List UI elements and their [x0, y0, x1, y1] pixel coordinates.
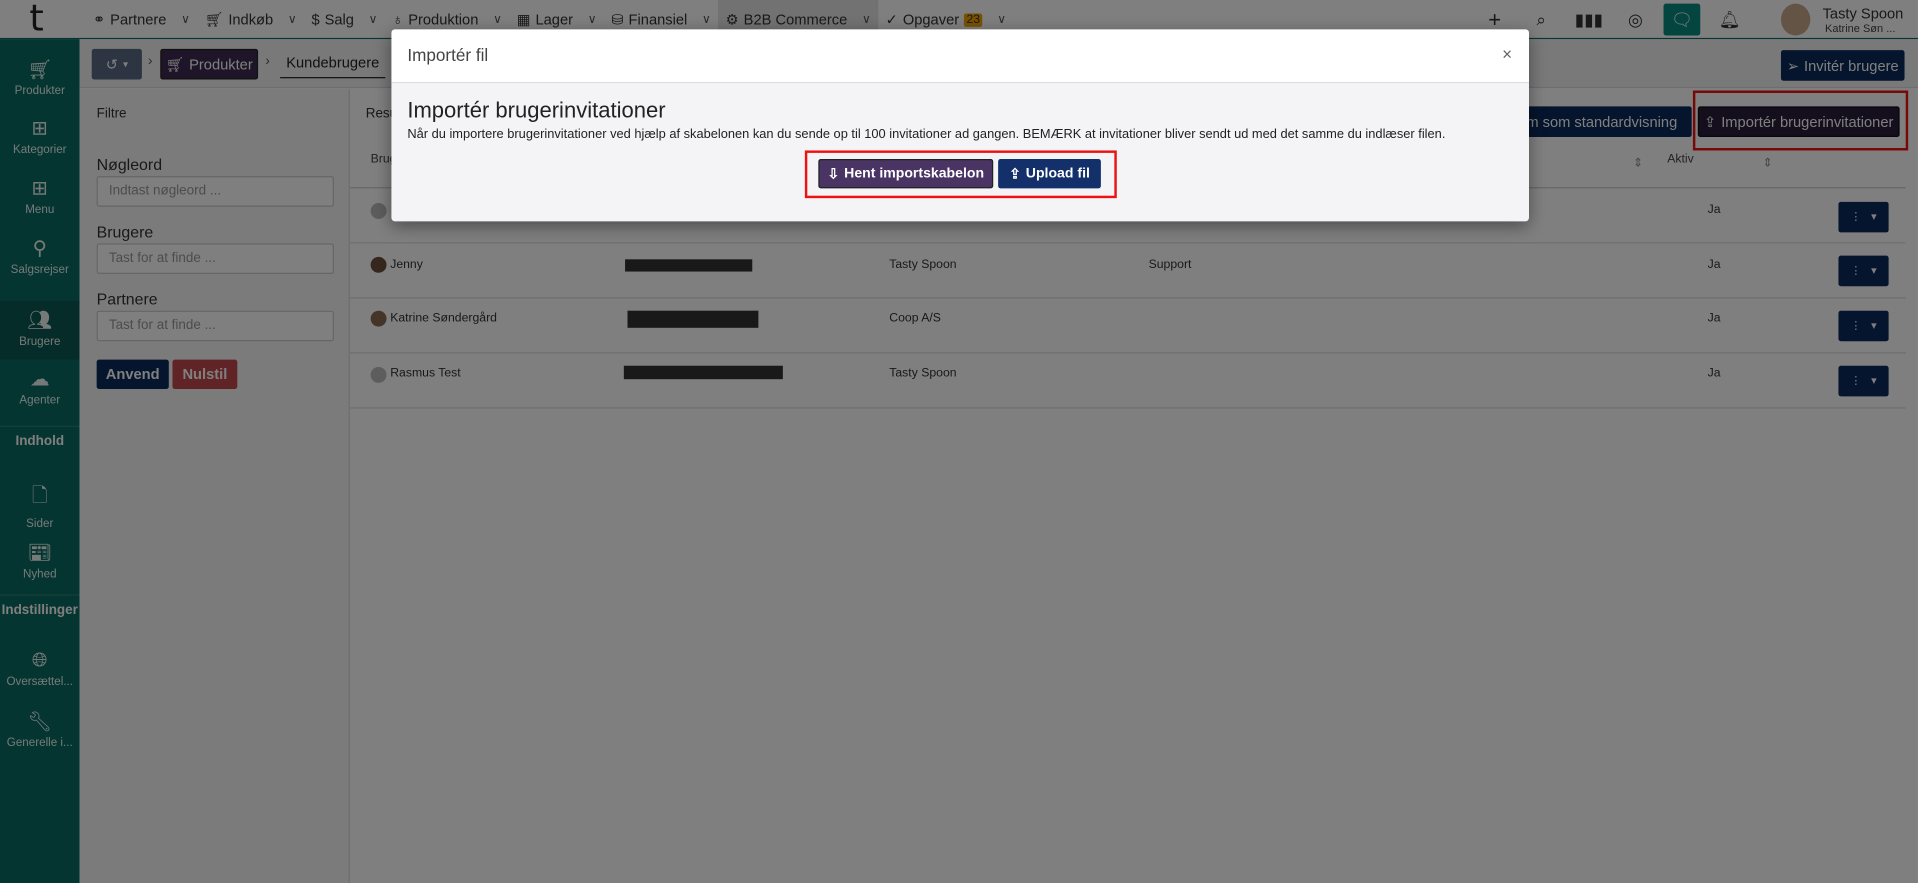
import-file-modal: Importér fil × Importér brugerinvitation…	[391, 29, 1530, 222]
modal-description: Når du importere brugerinvitationer ved …	[407, 127, 1446, 142]
modal-header: Importér fil ×	[391, 29, 1530, 84]
modal-heading: Importér brugerinvitationer	[407, 97, 666, 123]
close-icon[interactable]: ×	[1502, 44, 1512, 64]
highlight-box	[804, 150, 1117, 199]
modal-title: Importér fil	[407, 45, 489, 65]
